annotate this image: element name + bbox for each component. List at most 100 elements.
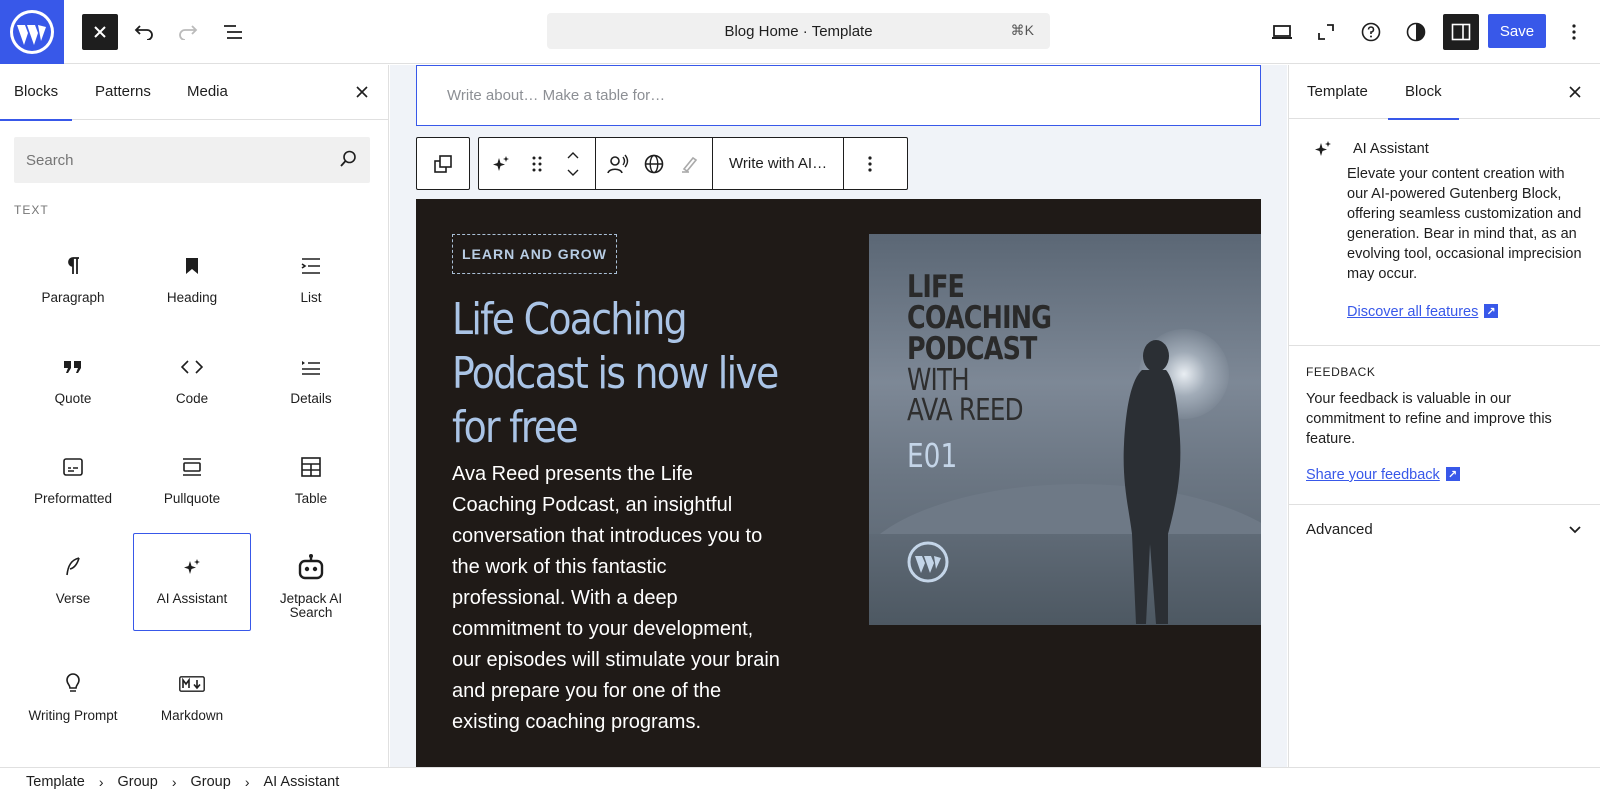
table-icon: [301, 454, 321, 480]
hero-group-block[interactable]: LEARN AND GROW Life Coaching Podcast is …: [416, 199, 1261, 767]
block-label: Heading: [166, 290, 218, 305]
chevron-down-icon[interactable]: [1567, 523, 1583, 535]
preformatted-icon: [63, 454, 83, 480]
translate-button[interactable]: [636, 146, 672, 182]
breadcrumb-group[interactable]: Group: [118, 774, 158, 790]
save-button[interactable]: Save: [1488, 14, 1546, 48]
tagline-text[interactable]: LEARN AND GROW: [452, 234, 617, 274]
list-view-icon: [224, 25, 242, 39]
block-pullquote[interactable]: Pullquote: [133, 433, 251, 531]
block-heading[interactable]: Heading: [133, 232, 251, 330]
block-quote[interactable]: Quote: [14, 333, 132, 431]
close-icon: [1569, 86, 1581, 98]
expand-icon: [1318, 24, 1334, 40]
podcast-cover-image[interactable]: LIFE COACHING PODCAST WITH AVA REED E01: [869, 234, 1261, 625]
document-title: Blog Home · Template: [724, 22, 873, 40]
block-verse[interactable]: Verse: [14, 533, 132, 631]
block-ai-assistant[interactable]: AI Assistant: [133, 533, 251, 631]
markdown-icon: [179, 671, 205, 697]
block-label: Details: [290, 391, 332, 406]
edit-button[interactable]: [672, 146, 708, 182]
settings-tabs: Template Block: [1289, 65, 1600, 120]
tab-blocks[interactable]: Blocks: [0, 83, 73, 121]
block-breadcrumb: Template › Group › Group › AI Assistant: [0, 767, 1600, 795]
block-parent-toolbar: [416, 137, 470, 190]
options-menu-button[interactable]: [1556, 14, 1592, 50]
block-label: Table: [294, 491, 328, 506]
block-label: AI Assistant: [156, 591, 228, 606]
cover-episode: E01: [907, 436, 958, 475]
breadcrumb-group[interactable]: Group: [191, 774, 231, 790]
inserter-tabs: Blocks Patterns Media: [0, 65, 388, 121]
close-inserter-button[interactable]: [82, 14, 118, 50]
sparkles-icon: [182, 554, 202, 580]
breadcrumb-ai-assistant[interactable]: AI Assistant: [263, 774, 339, 790]
block-toolbar: Write with AI…: [478, 137, 908, 190]
lightbulb-icon: [65, 671, 81, 697]
ai-block-type-button[interactable]: [483, 146, 519, 182]
speak-icon: [607, 154, 629, 173]
block-list[interactable]: List: [252, 232, 370, 330]
redo-button[interactable]: [170, 14, 206, 50]
block-label: Paragraph: [41, 290, 105, 305]
shortcut-hint: ⌘K: [1010, 22, 1034, 38]
discover-features-link[interactable]: Discover all features: [1347, 304, 1478, 320]
block-writing-prompt[interactable]: Writing Prompt: [14, 650, 132, 748]
copy-icon: [434, 154, 452, 173]
command-palette-bar[interactable]: Blog Home · Template ⌘K: [547, 13, 1050, 49]
drag-handle[interactable]: [519, 146, 555, 182]
block-markdown[interactable]: Markdown: [133, 650, 251, 748]
tab-template[interactable]: Template: [1307, 83, 1368, 100]
settings-sidebar-toggle[interactable]: [1443, 14, 1479, 50]
tab-patterns[interactable]: Patterns: [95, 83, 151, 100]
ai-prompt-input[interactable]: [417, 66, 1260, 125]
sparkles-icon: [493, 155, 509, 171]
divider: [1289, 504, 1600, 505]
more-vertical-icon: [868, 155, 872, 172]
block-jetpack-ai-search[interactable]: Jetpack AI Search: [252, 533, 370, 631]
quote-icon: [63, 354, 83, 380]
help-button[interactable]: [1353, 14, 1389, 50]
wordpress-logo-button[interactable]: [0, 0, 64, 64]
fullscreen-button[interactable]: [1308, 14, 1344, 50]
cover-title: LIFE COACHING PODCAST: [907, 269, 1052, 367]
block-options-button[interactable]: [852, 146, 888, 182]
feedback-text: Your feedback is valuable in our commitm…: [1306, 391, 1552, 447]
tab-media[interactable]: Media: [187, 83, 228, 100]
select-parent-button[interactable]: [425, 146, 461, 182]
block-description-text: Elevate your content creation with our A…: [1347, 166, 1582, 282]
hero-paragraph[interactable]: Ava Reed presents the Life Coaching Podc…: [452, 459, 782, 738]
advanced-panel-toggle[interactable]: Advanced: [1306, 521, 1373, 538]
undo-button[interactable]: [126, 14, 162, 50]
close-settings-button[interactable]: [1564, 81, 1586, 103]
block-paragraph[interactable]: Paragraph: [14, 232, 132, 330]
write-with-ai-button[interactable]: Write with AI…: [713, 155, 843, 172]
close-inserter-panel-button[interactable]: [351, 81, 373, 103]
breadcrumb-template[interactable]: Template: [26, 774, 85, 790]
chevron-right-icon: ›: [171, 773, 177, 790]
wordpress-icon: [10, 10, 54, 54]
tab-block[interactable]: Block: [1388, 83, 1459, 120]
hero-heading[interactable]: Life Coaching Podcast is now live for fr…: [452, 293, 787, 455]
robot-icon: [297, 554, 325, 580]
block-search: [14, 137, 370, 183]
block-preformatted[interactable]: Preformatted: [14, 433, 132, 531]
block-table[interactable]: Table: [252, 433, 370, 531]
block-code[interactable]: Code: [133, 333, 251, 431]
block-search-input[interactable]: [14, 137, 314, 183]
verse-icon: [65, 554, 81, 580]
move-up-down-button[interactable]: [555, 146, 591, 182]
preview-device-button[interactable]: [1264, 14, 1300, 50]
styles-button[interactable]: [1398, 14, 1434, 50]
block-card-header: AI Assistant: [1313, 139, 1429, 159]
code-icon: [181, 354, 203, 380]
block-label: Jetpack AI Search: [279, 591, 343, 620]
heading-icon: [184, 253, 200, 279]
block-details[interactable]: Details: [252, 333, 370, 431]
document-overview-button[interactable]: [215, 14, 251, 50]
redo-icon: [179, 25, 198, 40]
more-vertical-icon: [1572, 24, 1576, 40]
share-feedback-link[interactable]: Share your feedback: [1306, 467, 1440, 483]
tone-button[interactable]: [600, 146, 636, 182]
block-card-description: Elevate your content creation with our A…: [1347, 164, 1587, 322]
